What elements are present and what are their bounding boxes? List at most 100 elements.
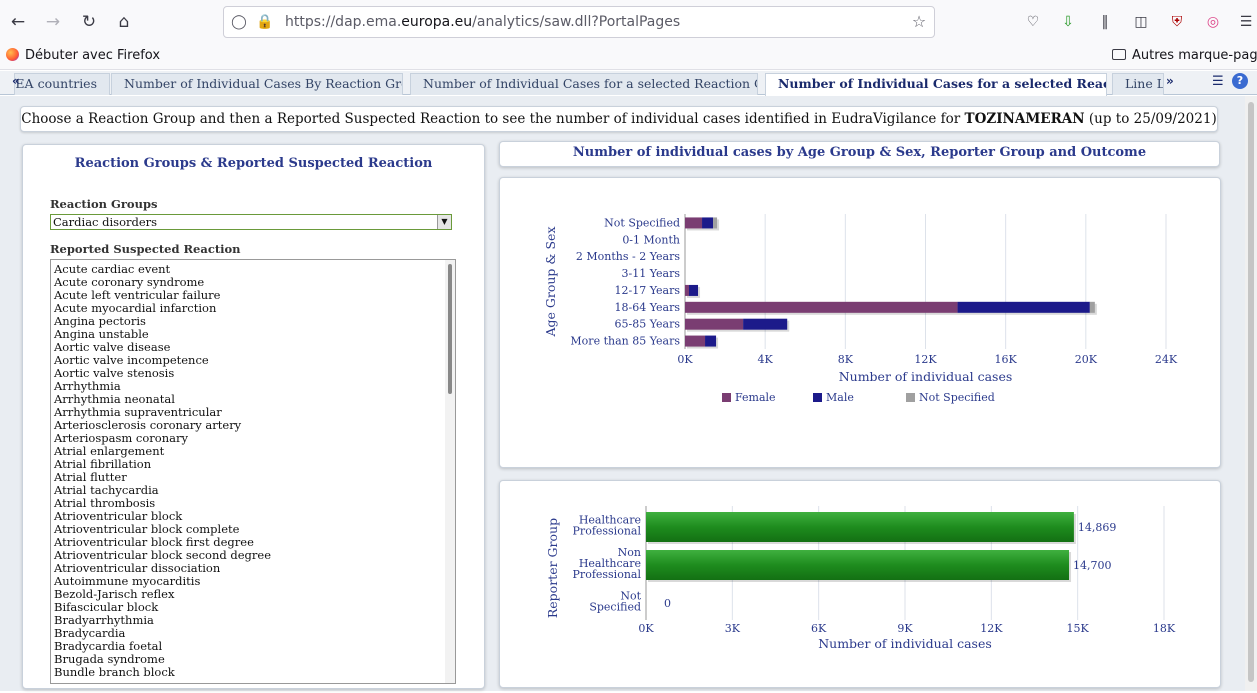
url-bar[interactable]: ◯ 🔒 https://dap.ema.europa.eu/analytics/…: [223, 6, 935, 38]
bar: [646, 512, 1074, 542]
x-axis-title: Number of individual cases: [839, 369, 1013, 384]
x-tick-label: 18K: [1153, 622, 1176, 635]
legend-swatch: [813, 393, 822, 402]
reporter-chart-panel: 0K 3K 6K 9K 12K 15K 18K Healthcare Professional 1…: [499, 480, 1221, 688]
legend-swatch: [906, 393, 915, 402]
bar: [646, 550, 1070, 580]
tab-eea-countries[interactable]: EEA countries: [14, 73, 110, 95]
page-scrollbar[interactable]: [1245, 96, 1257, 691]
y-tick-label: Professional: [573, 568, 642, 581]
bar-segment: [685, 284, 690, 296]
bar-segment: [702, 217, 714, 229]
menu-icon[interactable]: ☰: [1236, 12, 1256, 32]
tab-cases-reaction-group[interactable]: Number of Individual Cases for a selecte…: [410, 73, 758, 95]
x-tick-label: 4K: [758, 353, 774, 366]
listbox-scrollbar[interactable]: [445, 260, 455, 683]
right-panel-header: Number of individual cases by Age Group …: [499, 141, 1220, 167]
tab-cases-reaction[interactable]: Number of Individual Cases for a selecte…: [765, 73, 1107, 96]
y-tick-label: 2 Months - 2 Years: [576, 250, 680, 263]
bar-segment: [685, 318, 744, 330]
age-sex-chart-panel: 0K 4K 8K 12K 16K 20K 24K Not Specified 0-1 Month…: [499, 177, 1221, 468]
bar-segment: [743, 318, 788, 330]
download-icon[interactable]: ⇩: [1058, 12, 1078, 32]
firefox-icon: [6, 48, 19, 61]
y-tick-label: Professional: [573, 525, 642, 538]
reload-icon[interactable]: ↻: [77, 10, 101, 34]
legend-swatch: [722, 393, 731, 402]
reporter-group-chart: 0K 3K 6K 9K 12K 15K 18KHealthcareProfessional 1…: [545, 506, 1176, 651]
bar-segment: [705, 335, 717, 347]
x-tick-label: 8K: [838, 353, 854, 366]
reaction-listbox[interactable]: Acute cardiac event Acute coronary syndro…: [50, 259, 456, 684]
left-panel-title: Reaction Groups & Reported Suspected Rea…: [74, 156, 433, 171]
reaction-group-select[interactable]: Cardiac disorders ▼: [50, 214, 452, 230]
bookmark-other[interactable]: Autres marque-pages: [1112, 48, 1257, 63]
x-tick-label: 12K: [980, 622, 1003, 635]
bar-segment: [685, 217, 703, 229]
bar-segment: [689, 284, 699, 296]
y-tick-label: Specified: [589, 601, 641, 614]
bar-segment: [713, 217, 718, 229]
y-tick-label: More than 85 Years: [570, 335, 680, 348]
x-tick-label: 15K: [1067, 622, 1090, 635]
tabs-scroll-right-icon[interactable]: »: [1166, 74, 1174, 88]
bar-segment: [957, 301, 1090, 313]
x-tick-label: 6K: [811, 622, 827, 635]
x-tick-label: 24K: [1155, 353, 1178, 366]
legend-label: Male: [826, 391, 854, 404]
home-icon[interactable]: ⌂: [112, 10, 136, 34]
page-options-icon[interactable]: ☰: [1212, 74, 1228, 90]
y-axis-title: Reporter Group: [545, 518, 560, 618]
help-icon[interactable]: ?: [1232, 73, 1248, 89]
bar-segment: [1089, 301, 1095, 313]
reported-reaction-label: Reported Suspected Reaction: [50, 242, 241, 256]
x-tick-label: 3K: [725, 622, 741, 635]
y-tick-label: 3-11 Years: [622, 267, 681, 280]
x-tick-label: 16K: [995, 353, 1018, 366]
bookmark-star-icon[interactable]: ☆: [910, 13, 928, 31]
shield-icon[interactable]: ◯: [230, 13, 248, 31]
reaction-item[interactable]: Bundle branch block: [54, 666, 455, 679]
lock-icon[interactable]: 🔒: [256, 13, 274, 31]
tabs-scroll-left-icon[interactable]: «: [12, 74, 20, 88]
x-axis-title: Number of individual cases: [818, 636, 992, 651]
tab-line-listing[interactable]: Line Listing: [1112, 73, 1164, 95]
dashboard-tabs: EEA countries Number of Individual Cases…: [0, 71, 1257, 96]
legend-label: Not Specified: [919, 391, 995, 404]
chevron-down-icon[interactable]: ▼: [437, 215, 451, 229]
bar-segment: [685, 301, 958, 313]
tab-cases-by-reaction-groups[interactable]: Number of Individual Cases By Reaction G…: [111, 73, 403, 95]
back-icon[interactable]: ←: [6, 10, 30, 34]
ublock-icon[interactable]: ⛨: [1167, 12, 1187, 32]
url-text[interactable]: https://dap.ema.europa.eu/analytics/saw.…: [285, 14, 680, 30]
y-axis-title: Age Group & Sex: [543, 226, 558, 337]
right-panel-title: Number of individual cases by Age Group …: [572, 145, 1147, 160]
x-tick-label: 0K: [638, 622, 654, 635]
bar-segment: [685, 335, 706, 347]
folder-icon: [1112, 49, 1126, 60]
data-label: 14,869: [1078, 521, 1117, 534]
pocket-icon[interactable]: ♡: [1023, 12, 1043, 32]
y-tick-label: 18-64 Years: [615, 301, 681, 314]
y-tick-label: 0-1 Month: [622, 233, 680, 246]
forward-icon[interactable]: →: [41, 10, 65, 34]
age-sex-chart: 0K 4K 8K 12K 16K 20K 24K Not Specified 0-1 Month…: [543, 214, 1178, 404]
y-tick-label: 12-17 Years: [615, 284, 681, 297]
data-label: 14,700: [1073, 559, 1112, 572]
browser-toolbar: ← → ↻ ⌂ ◯ 🔒 https://dap.ema.europa.eu/an…: [0, 0, 1257, 44]
legend-label: Female: [735, 391, 776, 404]
y-tick-label: 65-85 Years: [615, 318, 681, 331]
bookmarks-bar: Débuter avec Firefox Autres marque-pages: [0, 44, 1257, 70]
instructions-banner: Choose a Reaction Group and then a Repor…: [20, 106, 1218, 132]
library-icon[interactable]: ‖: [1095, 12, 1115, 32]
bookmark-firefox[interactable]: Débuter avec Firefox: [6, 48, 160, 63]
extension-icon[interactable]: ◎: [1203, 12, 1223, 32]
reaction-groups-label: Reaction Groups: [50, 197, 158, 211]
sidebar-icon[interactable]: ◫: [1131, 12, 1151, 32]
y-tick-label: Not Specified: [604, 216, 680, 229]
x-tick-label: 20K: [1075, 353, 1098, 366]
x-tick-label: 12K: [914, 353, 937, 366]
x-tick-label: 9K: [897, 622, 913, 635]
data-label: 0: [664, 597, 671, 610]
x-tick-label: 0K: [677, 353, 693, 366]
